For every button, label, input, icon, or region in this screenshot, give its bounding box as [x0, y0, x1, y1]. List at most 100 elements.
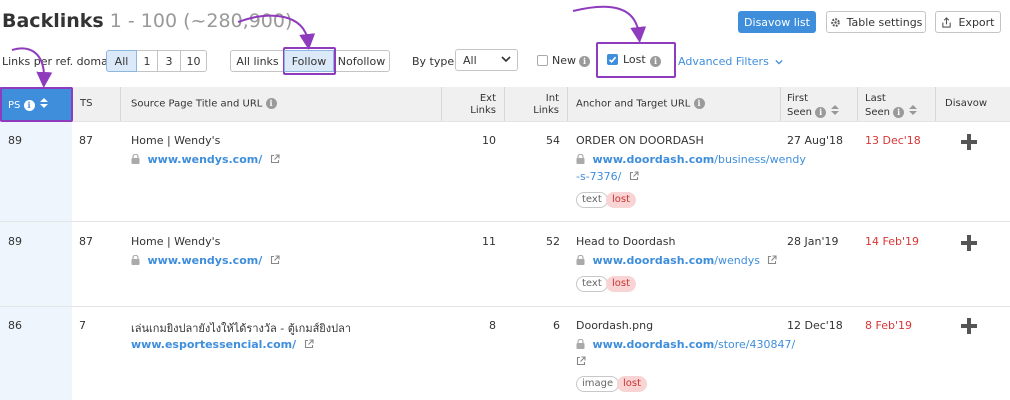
lock-icon — [576, 338, 585, 352]
ps-value: 86 — [8, 319, 22, 332]
plus-icon[interactable] — [961, 235, 977, 251]
ext-links-value: 8 — [489, 319, 496, 332]
sort-icon — [909, 105, 918, 119]
last-seen-value: 8 Feb'19 — [865, 319, 912, 332]
sort-icon — [39, 98, 48, 112]
source-title: Home | Wendy's — [131, 134, 221, 147]
anchor-text: Head to Doordash — [576, 235, 676, 248]
int-links-value: 6 — [553, 319, 560, 332]
int-links-value: 52 — [546, 235, 560, 248]
target-url-line: www.doordash.com/store/430847/ — [576, 338, 795, 352]
last-seen-value: 14 Feb'19 — [865, 235, 919, 248]
external-link-icon[interactable] — [629, 171, 639, 184]
anchor-text: ORDER ON DOORDASH — [576, 134, 704, 147]
int-links-value: 54 — [546, 134, 560, 147]
ext-links-header[interactable]: Ext Links — [449, 93, 496, 117]
ts-header[interactable]: TS — [80, 98, 92, 110]
source-header-label: Source Page Title and URL — [131, 98, 263, 110]
target-url-line-2: -s-7376/ — [576, 170, 639, 184]
external-link-icon[interactable] — [270, 255, 280, 268]
column-divider — [780, 87, 781, 121]
first-seen-header-l1: First — [787, 93, 809, 104]
lock-icon — [131, 153, 140, 167]
source-url-link[interactable]: www.esportessencial.com/ — [131, 338, 296, 351]
ext-links-value: 10 — [482, 134, 496, 147]
plus-icon[interactable] — [961, 318, 977, 334]
lost-status-tag: lost — [606, 276, 637, 292]
first-seen-value: 27 Aug'18 — [787, 134, 843, 147]
lost-status-tag: lost — [606, 192, 637, 208]
anchor-header-label: Anchor and Target URL — [576, 98, 691, 110]
info-icon: i — [23, 99, 35, 111]
first-seen-header[interactable]: First Seen i — [787, 93, 840, 119]
source-url-line: www.wendys.com/ — [131, 254, 280, 268]
lock-icon — [576, 254, 585, 268]
target-url-path-cont[interactable]: -s-7376/ — [576, 170, 621, 183]
anchor-text: Doordash.png — [576, 319, 654, 332]
source-title: Home | Wendy's — [131, 235, 221, 248]
column-divider — [504, 87, 505, 121]
target-url-line-2 — [576, 355, 586, 369]
per-domain-all[interactable]: All — [106, 50, 137, 72]
target-url-path: /wendys — [714, 254, 760, 267]
first-seen-value: 12 Dec'18 — [787, 319, 843, 332]
ts-value: 7 — [79, 319, 86, 332]
source-header[interactable]: Source Page Title and URL i — [131, 98, 277, 111]
source-title: เล่นเกมยิงปลายังไงให้ได้รางวัล - ตู้เกมส… — [131, 322, 352, 335]
last-seen-header-l2: Seen — [865, 107, 890, 118]
int-links-header-l1: Int — [545, 93, 559, 104]
plus-icon[interactable] — [961, 134, 977, 150]
info-icon: i — [693, 98, 705, 109]
lost-status-tag: lost — [617, 376, 648, 392]
info-icon: i — [815, 106, 827, 118]
lock-icon — [576, 153, 585, 167]
ext-links-value: 11 — [482, 235, 496, 248]
int-links-header-l2: Links — [533, 105, 559, 116]
link-type-tag: image — [576, 376, 620, 392]
lock-icon — [131, 254, 140, 268]
last-seen-header[interactable]: Last Seen i — [865, 93, 918, 119]
external-link-icon[interactable] — [270, 154, 280, 167]
target-url-line: www.doordash.com/business/wendy — [576, 153, 806, 167]
ext-links-header-l1: Ext — [479, 93, 496, 104]
first-seen-header-l2: Seen — [787, 107, 812, 118]
source-url-link[interactable]: www.wendys.com/ — [148, 153, 263, 166]
ps-value: 89 — [8, 134, 22, 147]
target-url-path: /store/430847/ — [714, 338, 796, 351]
external-link-icon[interactable] — [767, 255, 778, 268]
column-divider — [857, 87, 858, 121]
target-url-domain: www.doordash.com — [592, 338, 715, 351]
link-type-tag: text — [576, 276, 608, 292]
column-divider — [567, 87, 568, 121]
column-divider — [441, 87, 442, 121]
target-url-link[interactable]: www.doordash.com/business/wendy — [593, 153, 806, 166]
follow-option[interactable]: Follow — [284, 50, 334, 72]
target-url-domain: www.doordash.com — [592, 153, 715, 166]
annotation-arrow — [11, 5, 647, 88]
column-divider — [935, 87, 936, 121]
int-links-header[interactable]: Int Links — [512, 93, 559, 117]
anchor-header[interactable]: Anchor and Target URL i — [576, 98, 705, 111]
target-url-link[interactable]: www.doordash.com/store/430847/ — [593, 338, 796, 351]
ps-value: 89 — [8, 235, 22, 248]
ts-value: 87 — [79, 134, 93, 147]
link-type-tag: text — [576, 192, 608, 208]
ps-header-label: PS — [8, 100, 21, 111]
column-divider — [120, 87, 121, 121]
info-icon: i — [265, 98, 277, 109]
external-link-icon[interactable] — [304, 339, 314, 352]
target-url-link[interactable]: www.doordash.com/wendys — [593, 254, 760, 267]
target-url-path: /business/wendy — [714, 153, 806, 166]
source-url-link[interactable]: www.wendys.com/ — [148, 254, 263, 267]
last-seen-header-l1: Last — [865, 93, 886, 104]
ps-header: PS i — [8, 98, 48, 112]
ts-value: 87 — [79, 235, 93, 248]
last-seen-value: 13 Dec'18 — [865, 134, 921, 147]
sort-icon — [831, 105, 840, 119]
info-icon: i — [893, 106, 905, 118]
source-url-line: www.wendys.com/ — [131, 153, 280, 167]
disavow-header: Disavow — [945, 98, 988, 109]
first-seen-value: 28 Jan'19 — [787, 235, 839, 248]
external-link-icon[interactable] — [576, 356, 586, 369]
target-url-line: www.doordash.com/wendys — [576, 254, 778, 268]
